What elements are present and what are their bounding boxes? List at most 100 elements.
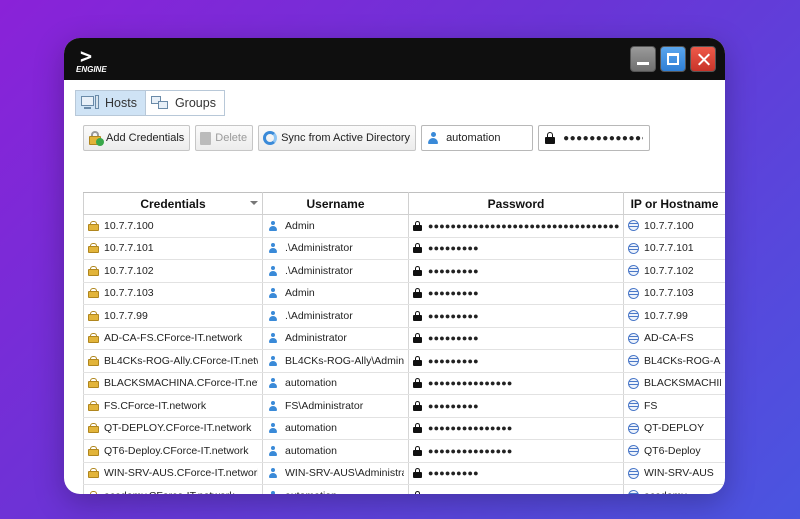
user-icon [269,220,277,231]
column-header-ip-hostname[interactable]: IP or Hostname [623,192,725,215]
column-header-username[interactable]: Username [262,192,409,215]
credentials-cell[interactable]: 10.7.7.101 [83,237,263,260]
password-text: ●●●●●●●●● [428,400,479,411]
credentials-cell[interactable]: BL4CKs-ROG-Ally.CForce-IT.network [83,349,263,373]
username-text: Admin [285,219,315,232]
table-row[interactable]: QT6-Deploy.CForce-IT.network automation ●●… [83,439,725,463]
username-cell[interactable]: automation [262,484,409,494]
credentials-cell[interactable]: 10.7.7.103 [83,282,263,305]
host-cell[interactable]: 10.7.7.103 [623,282,725,305]
host-cell[interactable]: 10.7.7.102 [623,259,725,283]
host-cell[interactable]: BLACKSMACHINA [623,372,725,395]
username-cell[interactable]: .\Administrator [262,237,409,260]
app-logo: > ENGINE [76,44,110,76]
password-cell[interactable]: ●●●●●●●●●●●●●●● [408,372,624,395]
password-cell[interactable]: ●●●●●●●●● [408,327,624,350]
credentials-cell[interactable]: QT-DEPLOY.CForce-IT.network [83,417,263,440]
sync-active-directory-button[interactable]: Sync from Active Directory [258,125,417,151]
table-row[interactable]: 10.7.7.99 .\Administrator ●●●●●●●●● 10.7.7.… [83,304,725,328]
credentials-cell[interactable]: 10.7.7.100 [83,214,263,238]
credentials-cell[interactable]: AD-CA-FS.CForce-IT.network [83,327,263,350]
password-cell[interactable]: ●●●●●●●●● [408,462,624,485]
groups-icon [150,95,169,111]
credentials-cell[interactable]: WIN-SRV-AUS.CForce-IT.network [83,462,263,485]
user-icon [269,490,277,494]
credentials-cell[interactable]: FS.CForce-IT.network [83,394,263,418]
credentials-cell[interactable]: academy.CForce-IT.network [83,484,263,494]
host-cell[interactable]: 10.7.7.99 [623,304,725,328]
table-row[interactable]: QT-DEPLOY.CForce-IT.network automation ●●●… [83,417,725,440]
password-text: ●●●●●●●●●●●●●●● [428,445,513,456]
column-header-password[interactable]: Password [408,192,624,215]
credentials-cell[interactable]: BLACKSMACHINA.CForce-IT.network [83,372,263,395]
password-cell[interactable]: ●●●●●●●●●●●●●●● [408,417,624,440]
credentials-cell[interactable]: 10.7.7.102 [83,259,263,283]
credentials-text: 10.7.7.103 [104,287,154,300]
username-cell[interactable]: Administrator [262,327,409,350]
username-cell[interactable]: Admin [262,282,409,305]
password-cell[interactable]: ●●●●●●●●● [408,259,624,283]
host-cell[interactable]: academy [623,484,725,494]
table-row[interactable]: academy.CForce-IT.network automation ●●●●●… [83,484,725,494]
host-cell[interactable]: BL4CKs-ROG-Ally [623,349,725,373]
lock-icon [88,445,99,456]
password-cell[interactable]: ●●●●●●●●● [408,282,624,305]
username-value: automation [446,132,501,144]
host-cell[interactable]: 10.7.7.101 [623,237,725,260]
table-row[interactable]: BL4CKs-ROG-Ally.CForce-IT.network BL4CKs-… [83,349,725,373]
table-row[interactable]: 10.7.7.101 .\Administrator ●●●●●●●●● 10.7.7… [83,237,725,260]
minimize-button[interactable] [630,46,656,72]
username-cell[interactable]: .\Administrator [262,304,409,328]
maximize-button[interactable] [660,46,686,72]
host-cell[interactable]: WIN-SRV-AUS [623,462,725,485]
username-cell[interactable]: automation [262,417,409,440]
host-cell[interactable]: QT-DEPLOY [623,417,725,440]
host-text: 10.7.7.103 [644,287,694,300]
password-cell[interactable]: ●●●●●●●●● [408,349,624,373]
delete-button[interactable]: Delete [195,125,254,151]
column-header-credentials[interactable]: Credentials [83,192,263,215]
username-cell[interactable]: automation [262,372,409,395]
padlock-icon [413,400,422,411]
password-cell[interactable]: ●●●●●●●●●●●●●●● [408,439,624,463]
password-cell[interactable]: ●●●●●●●●●●●●●●●●●●●●●●●●●●●●●●●●●●●● [408,214,624,238]
tab-groups[interactable]: Groups [144,91,224,115]
username-cell[interactable]: Admin [262,214,409,238]
credentials-cell[interactable]: QT6-Deploy.CForce-IT.network [83,439,263,463]
table-row[interactable]: BLACKSMACHINA.CForce-IT.network automatio… [83,372,725,395]
password-cell[interactable]: ●●●●●●●●● [408,304,624,328]
username-cell[interactable]: automation [262,439,409,463]
table-row[interactable]: WIN-SRV-AUS.CForce-IT.network WIN-SRV-AUS… [83,462,725,485]
username-cell[interactable]: BL4CKs-ROG-Ally\Admin [262,349,409,373]
password-field[interactable]: ●●●●●●●●●●●●●●● [538,125,651,151]
username-cell[interactable]: FS\Administrator [262,394,409,418]
globe-icon [628,355,639,367]
add-credentials-button[interactable]: Add Credentials [83,125,191,151]
credentials-cell[interactable]: 10.7.7.99 [83,304,263,328]
host-cell[interactable]: AD-CA-FS [623,327,725,350]
password-cell[interactable]: ●●●●●●●●● [408,237,624,260]
padlock-icon [413,468,422,479]
username-cell[interactable]: .\Administrator [262,259,409,283]
table-row[interactable]: AD-CA-FS.CForce-IT.network Administrator ●… [83,327,725,350]
table-row[interactable]: FS.CForce-IT.network FS\Administrator ●●●●… [83,394,725,418]
host-cell[interactable]: FS [623,394,725,418]
host-cell[interactable]: 10.7.7.100 [623,214,725,238]
credentials-text: QT6-Deploy.CForce-IT.network [104,444,249,457]
delete-label: Delete [215,132,248,144]
padlock-icon [413,220,422,231]
credentials-text: academy.CForce-IT.network [104,490,235,494]
password-text: ●●●●●●●●● [428,468,479,479]
lock-icon [88,288,99,299]
host-cell[interactable]: QT6-Deploy [623,439,725,463]
tab-hosts[interactable]: Hosts [76,91,145,115]
password-cell[interactable]: ●●●●●●●●● [408,394,624,418]
table-row[interactable]: 10.7.7.100 Admin ●●●●●●●●●●●●●●●●●●●●●●●●●… [83,214,725,238]
table-row[interactable]: 10.7.7.102 .\Administrator ●●●●●●●●● 10.7.7… [83,259,725,283]
username-cell[interactable]: WIN-SRV-AUS\Administrator [262,462,409,485]
username-field[interactable]: automation [421,125,534,151]
close-button[interactable] [690,46,716,72]
password-cell[interactable]: ●●●●●●●●●●●●●●● [408,484,624,494]
table-row[interactable]: 10.7.7.103 Admin ●●●●●●●●● 10.7.7.103 [83,282,725,305]
host-text: FS [644,399,658,412]
